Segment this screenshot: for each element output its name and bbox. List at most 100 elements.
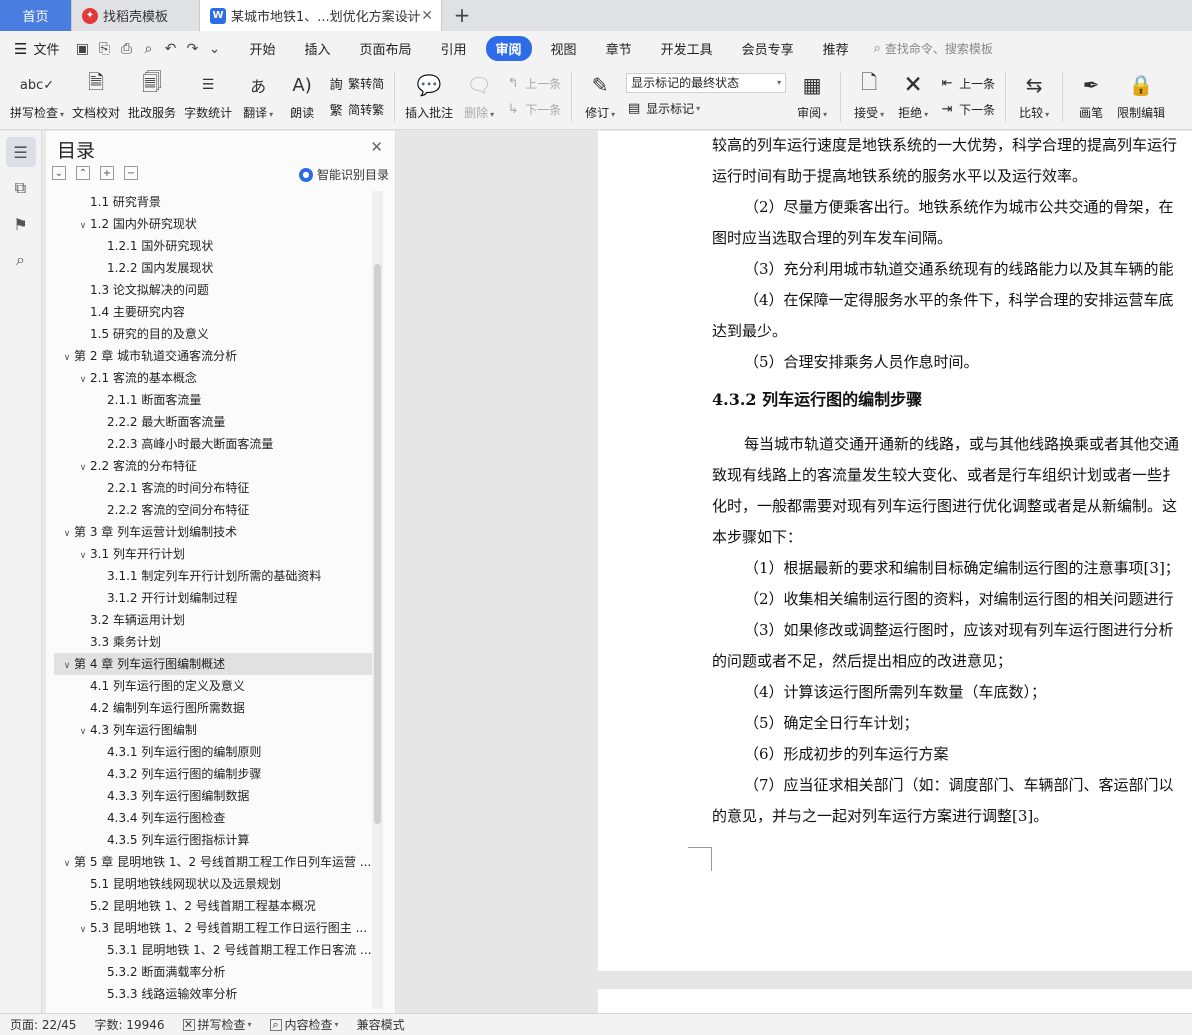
- toc-item[interactable]: 5.2 昆明地铁 1、2 号线首期工程基本概况: [54, 895, 374, 917]
- toc-item[interactable]: 5.3.2 断面满载率分析: [54, 961, 374, 983]
- chevron-down-icon[interactable]: ∨: [60, 347, 74, 367]
- menu-layout[interactable]: 页面布局: [350, 36, 422, 61]
- toc-item[interactable]: 1.3 论文拟解决的问题: [54, 279, 374, 301]
- next-comment-button[interactable]: ↳ 下一条: [505, 98, 561, 120]
- toc-item[interactable]: 4.3.3 列车运行图编制数据: [54, 785, 374, 807]
- search-icon[interactable]: ⌕: [6, 245, 36, 275]
- toc-item[interactable]: 3.3 乘务计划: [54, 631, 374, 653]
- restrict-edit-button[interactable]: 🔒 限制编辑: [1113, 66, 1169, 121]
- export-icon[interactable]: ⎘: [93, 41, 115, 57]
- show-markup-button[interactable]: ▤ 显示标记 ▾: [626, 98, 786, 120]
- menu-member[interactable]: 会员专享: [732, 36, 804, 61]
- command-search[interactable]: ⌕ 查找命令、搜索模板: [874, 40, 993, 57]
- toc-item[interactable]: 3.1.2 开行计划编制过程: [54, 587, 374, 609]
- toc-item[interactable]: ∨ 5.3 昆明地铁 1、2 号线首期工程工作日运行图主 ...: [54, 917, 374, 939]
- menu-recommend[interactable]: 推荐: [813, 36, 859, 61]
- toc-item[interactable]: 2.2.2 客流的空间分布特征: [54, 499, 374, 521]
- toc-item[interactable]: 4.2 编制列车运行图所需数据: [54, 697, 374, 719]
- toc-item[interactable]: 4.3.4 列车运行图检查: [54, 807, 374, 829]
- chevron-down-icon[interactable]: ⌄: [203, 41, 225, 57]
- document-page[interactable]: 较高的列车运行速度是地铁系统的一大优势，科学合理的提高列车运行 运行时间有助于提高…: [598, 131, 1192, 971]
- read-aloud-button[interactable]: A) 朗读: [280, 66, 324, 121]
- document-page-next[interactable]: [598, 989, 1192, 1013]
- insert-comment-button[interactable]: 💬 插入批注: [401, 66, 457, 121]
- bookmark-icon[interactable]: ⚑: [6, 209, 36, 239]
- toc-item[interactable]: ∨ 第 2 章 城市轨道交通客流分析: [54, 345, 374, 367]
- toc-item[interactable]: ∨ 1.2 国内外研究现状: [54, 213, 374, 235]
- toc-item[interactable]: ∨ 4.3 列车运行图编制: [54, 719, 374, 741]
- menu-insert[interactable]: 插入: [294, 36, 340, 61]
- print-preview-icon[interactable]: ⌕: [137, 41, 159, 57]
- compare-button[interactable]: ⇆ 比较 ▾: [1012, 66, 1056, 121]
- toc-scrollbar-thumb[interactable]: [374, 264, 381, 824]
- toc-item[interactable]: 4.3.2 列车运行图的编制步骤: [54, 763, 374, 785]
- chevron-down-icon[interactable]: ∨: [60, 523, 74, 543]
- collapse-all-icon[interactable]: ⌄: [52, 166, 66, 180]
- toc-item[interactable]: 2.2.3 高峰小时最大断面客流量: [54, 433, 374, 455]
- menu-chapter[interactable]: 章节: [596, 36, 642, 61]
- next-revision-button[interactable]: ⇥ 下一条: [939, 98, 995, 120]
- menu-review[interactable]: 审阅: [485, 36, 532, 61]
- toc-item[interactable]: 5.3.3 线路运输效率分析: [54, 983, 374, 1005]
- doc-proof-button[interactable]: 🗎 文档校对: [68, 66, 124, 121]
- translate-button[interactable]: あ 翻译 ▾: [236, 66, 280, 121]
- smart-toc-button[interactable]: ● 智能识别目录: [298, 166, 389, 183]
- add-heading-icon[interactable]: +: [100, 166, 114, 180]
- toc-item[interactable]: 2.1.1 断面客流量: [54, 389, 374, 411]
- file-menu[interactable]: ☰ 文件: [14, 39, 59, 59]
- chevron-down-icon[interactable]: ∨: [76, 369, 90, 389]
- toc-item[interactable]: ∨ 第 3 章 列车运营计划编制技术: [54, 521, 374, 543]
- toc-item[interactable]: ∨ 2.2 客流的分布特征: [54, 455, 374, 477]
- print-icon[interactable]: ⎙: [115, 41, 137, 57]
- close-icon[interactable]: ✕: [370, 138, 383, 156]
- chevron-down-icon[interactable]: ∨: [76, 457, 90, 477]
- chevron-down-icon[interactable]: ∨: [76, 721, 90, 741]
- chevron-down-icon[interactable]: ∨: [60, 655, 74, 675]
- toc-item[interactable]: ∨ 2.1 客流的基本概念: [54, 367, 374, 389]
- word-count[interactable]: 字数: 19946: [94, 1016, 164, 1033]
- chevron-down-icon[interactable]: ∨: [76, 215, 90, 235]
- spell-check-button[interactable]: abc✓ 拼写检查 ▾: [6, 66, 68, 121]
- tab-template[interactable]: ✦ 找稻壳模板: [72, 0, 200, 31]
- menu-start[interactable]: 开始: [239, 36, 285, 61]
- toc-item[interactable]: ∨ 第 5 章 昆明地铁 1、2 号线首期工程工作日列车运营 ...: [54, 851, 374, 873]
- toc-item[interactable]: 3.1.1 制定列车开行计划所需的基础资料: [54, 565, 374, 587]
- remove-heading-icon[interactable]: −: [124, 166, 138, 180]
- document-area[interactable]: 较高的列车运行速度是地铁系统的一大优势，科学合理的提高列车运行 运行时间有助于提高…: [397, 131, 1192, 1013]
- simp-to-trad-button[interactable]: 繁简转繁: [328, 98, 385, 120]
- save-icon[interactable]: ▣: [71, 41, 93, 57]
- prev-comment-button[interactable]: ↰ 上一条: [505, 72, 561, 94]
- toc-icon[interactable]: ☰: [5, 137, 36, 167]
- review-pane-button[interactable]: ▦ 审阅 ▾: [790, 66, 834, 121]
- page-indicator[interactable]: 页面: 22/45: [10, 1016, 76, 1033]
- toc-item[interactable]: 1.1 研究背景: [54, 191, 374, 213]
- chevron-down-icon[interactable]: ∨: [60, 853, 74, 873]
- spell-check-status[interactable]: ✕ 拼写检查 ▾: [182, 1016, 252, 1033]
- toc-item[interactable]: 1.2.2 国内发展现状: [54, 257, 374, 279]
- toc-item[interactable]: 1.5 研究的目的及意义: [54, 323, 374, 345]
- delete-comment-button[interactable]: 🗨 删除 ▾: [457, 66, 501, 121]
- toc-item[interactable]: 4.1 列车运行图的定义及意义: [54, 675, 374, 697]
- toc-item[interactable]: ∨ 3.1 列车开行计划: [54, 543, 374, 565]
- word-count-button[interactable]: ☰ 字数统计: [180, 66, 236, 121]
- chapter-nav-icon[interactable]: ⧉: [6, 173, 36, 203]
- chevron-down-icon[interactable]: ∨: [76, 545, 90, 565]
- tab-home[interactable]: 首页: [0, 0, 72, 31]
- revise-service-button[interactable]: 🗐 批改服务: [124, 66, 180, 121]
- markup-state-select[interactable]: 显示标记的最终状态 ▾: [626, 72, 787, 93]
- expand-all-icon[interactable]: ⌃: [76, 166, 90, 180]
- toc-item[interactable]: 1.2.1 国外研究现状: [54, 235, 374, 257]
- content-check-status[interactable]: ⌕ 内容检查 ▾: [269, 1016, 339, 1033]
- menu-reference[interactable]: 引用: [431, 36, 477, 61]
- toc-item[interactable]: 2.2.2 最大断面客流量: [54, 411, 374, 433]
- menu-developer[interactable]: 开发工具: [651, 36, 723, 61]
- redo-icon[interactable]: ↷: [181, 41, 203, 57]
- pen-button[interactable]: ✒ 画笔: [1069, 66, 1113, 121]
- trad-to-simp-button[interactable]: 詢繁转简: [328, 72, 385, 94]
- new-tab-button[interactable]: +: [442, 0, 482, 31]
- toc-item[interactable]: 3.2 车辆运用计划: [54, 609, 374, 631]
- close-icon[interactable]: ✕: [421, 8, 433, 24]
- reject-button[interactable]: 🗙 拒绝 ▾: [891, 66, 935, 121]
- toc-item[interactable]: ∨ 第 4 章 列车运行图编制概述: [54, 653, 374, 675]
- tab-document[interactable]: W 某城市地铁1、...划优化方案设计 ▭ ✕: [200, 0, 442, 31]
